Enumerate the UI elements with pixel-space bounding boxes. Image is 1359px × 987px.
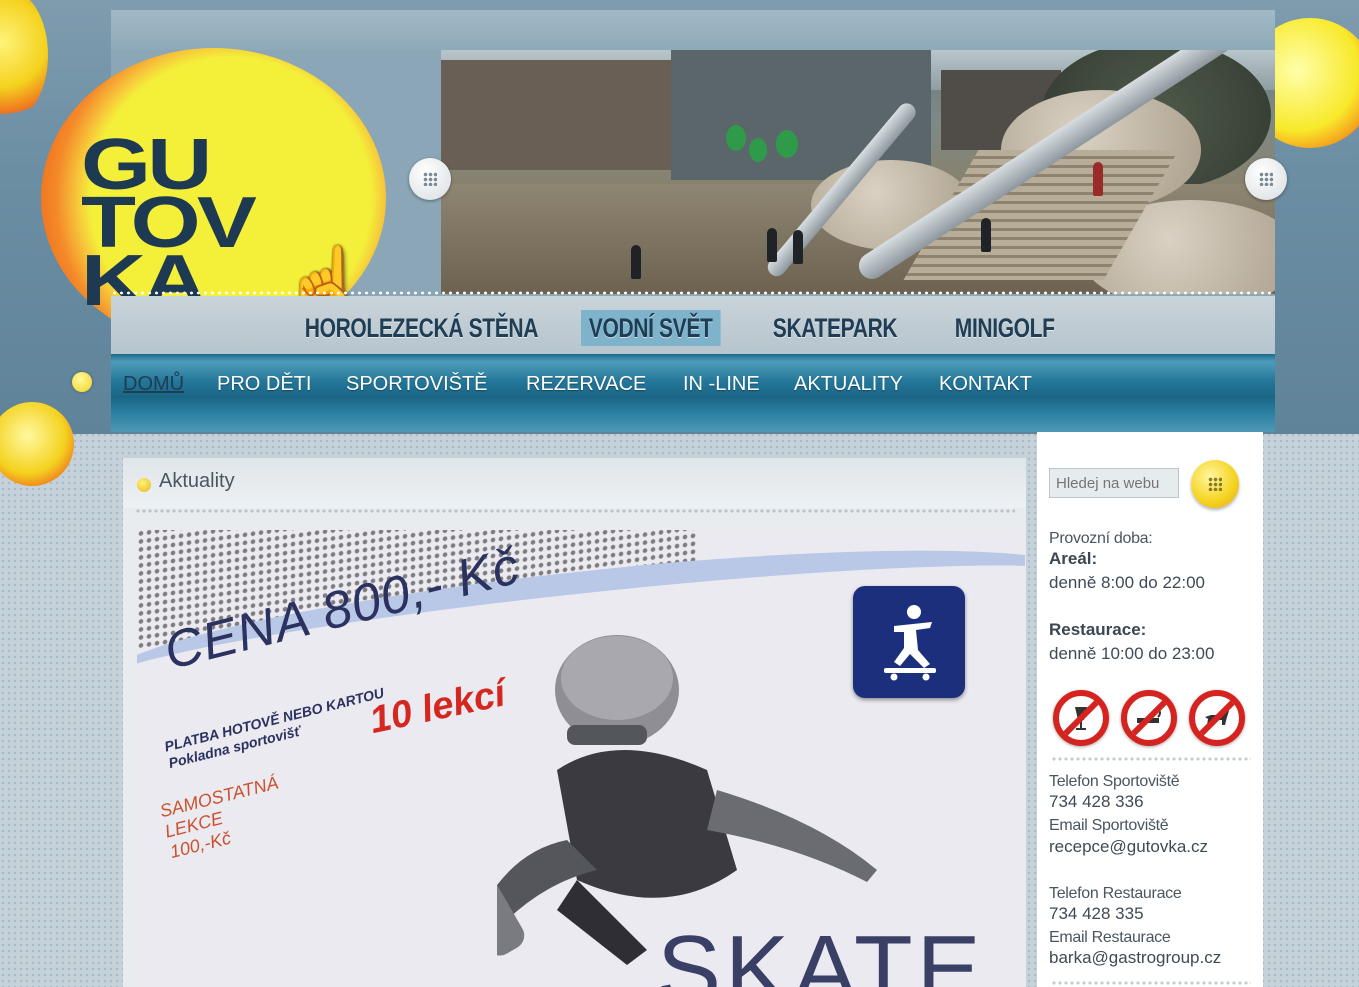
phone-rest-label: Telefon Restaurace xyxy=(1049,885,1182,902)
search-button[interactable] xyxy=(1191,460,1239,508)
header-nav-skatepark[interactable]: SKATEPARK xyxy=(765,310,905,346)
main-nav-in-line[interactable]: IN -LINE xyxy=(683,373,760,396)
email-sport-label: Email Sportoviště xyxy=(1049,817,1169,834)
page-wrapper: GU TOV KA ☝ HOROLEZECKÁ STĚNA VODNÍ SVĚT… xyxy=(41,10,1287,987)
content-panel: Aktuality CENA 800,- Kč PLATBA HOTOVĚ NE… xyxy=(123,458,1026,987)
bullet-icon xyxy=(137,478,151,492)
banner-skate-word: SKATE xyxy=(657,916,985,987)
areal-label: Areál: xyxy=(1049,549,1098,568)
sidebar-divider-1 xyxy=(1051,756,1251,762)
header-nav-vodni-svet[interactable]: VODNÍ SVĚT xyxy=(581,310,721,346)
slider-next-icon xyxy=(1259,172,1273,186)
sidebar: Provozní doba: Areál: denně 8:00 do 22:0… xyxy=(1037,432,1263,987)
search-icon xyxy=(1208,477,1222,491)
slider-prev-button[interactable] xyxy=(409,158,451,200)
slider-prev-icon xyxy=(423,172,437,186)
phone-sport-value: 734 428 336 xyxy=(1049,792,1144,811)
content-title: Aktuality xyxy=(159,470,235,492)
email-rest-link[interactable]: barka@gastrogroup.cz xyxy=(1049,947,1221,969)
header-nav-horolezecka-stena[interactable]: HOROLEZECKÁ STĚNA xyxy=(297,310,546,346)
main-nav-aktuality[interactable]: AKTUALITY xyxy=(794,373,903,396)
slider-next-button[interactable] xyxy=(1245,158,1287,200)
header: GU TOV KA ☝ HOROLEZECKÁ STĚNA VODNÍ SVĚT… xyxy=(41,10,1287,354)
header-nav: HOROLEZECKÁ STĚNA VODNÍ SVĚT SKATEPARK M… xyxy=(111,296,1275,354)
banner-single-lesson: SAMOSTATNÁ LEKCE 100,-Kč xyxy=(157,772,281,863)
nav-bullet-icon xyxy=(72,372,92,392)
main-nav-kontakt[interactable]: KONTAKT xyxy=(939,373,1032,396)
email-sport-link[interactable]: recepce@gutovka.cz xyxy=(1049,836,1208,858)
search-input[interactable] xyxy=(1049,468,1179,498)
sidebar-divider-2 xyxy=(1051,980,1251,986)
main-nav-domu[interactable]: DOMŮ xyxy=(123,373,184,396)
skate-banner[interactable]: CENA 800,- Kč PLATBA HOTOVĚ NEBO KARTOU … xyxy=(137,530,1025,987)
skateboard-sign-icon xyxy=(853,586,965,698)
main-nav-pro-deti[interactable]: PRO DĚTI xyxy=(217,373,311,396)
areal-hours: denně 8:00 do 22:00 xyxy=(1049,573,1205,592)
content-header: Aktuality xyxy=(123,458,1026,508)
logo-text: GU TOV KA xyxy=(81,125,257,321)
no-glass-icon xyxy=(1053,690,1109,746)
slider-photo xyxy=(441,50,1275,294)
main-nav-sportoviste[interactable]: SPORTOVIŠTĚ xyxy=(346,373,488,396)
phone-rest-value: 734 428 335 xyxy=(1049,904,1144,923)
no-dogs-icon xyxy=(1189,690,1245,746)
hours-label: Provozní doba: xyxy=(1049,530,1153,547)
email-rest-label: Email Restaurace xyxy=(1049,929,1171,946)
main-nav-rezervace[interactable]: REZERVACE xyxy=(526,373,646,396)
header-top-strip xyxy=(111,10,1275,50)
restaurant-label: Restaurace: xyxy=(1049,620,1147,639)
restaurant-hours: denně 10:00 do 23:00 xyxy=(1049,644,1215,663)
main-nav: DOMŮ PRO DĚTI SPORTOVIŠTĚ REZERVACE IN -… xyxy=(111,354,1275,432)
content-dotted-divider xyxy=(135,508,1015,514)
phone-sport-label: Telefon Sportoviště xyxy=(1049,773,1180,790)
no-smoking-icon xyxy=(1121,690,1177,746)
header-nav-minigolf[interactable]: MINIGOLF xyxy=(947,310,1062,346)
